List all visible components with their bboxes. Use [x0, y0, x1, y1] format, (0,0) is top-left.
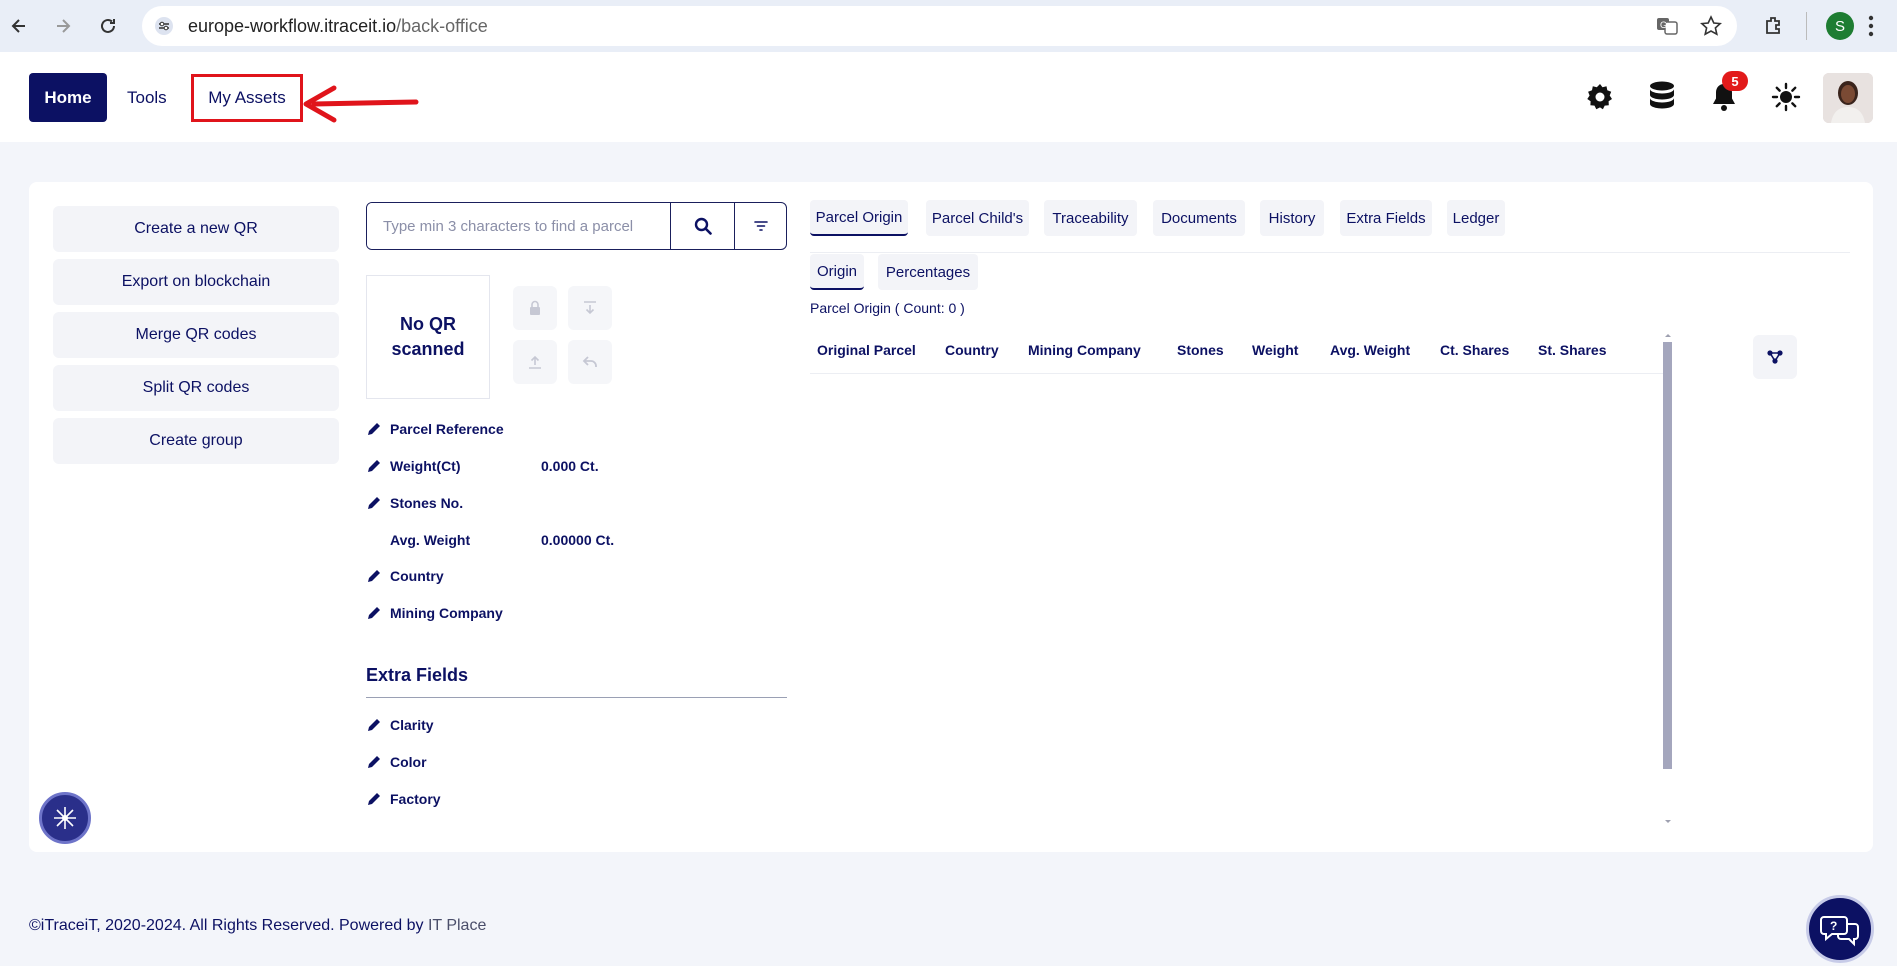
lock-icon	[530, 300, 540, 315]
profile-avatar[interactable]: S	[1826, 12, 1854, 40]
extensions-icon[interactable]	[1762, 14, 1786, 43]
forward-icon[interactable]	[50, 13, 76, 39]
extra-field-color: Color	[366, 751, 541, 773]
nav-my-assets[interactable]: My Assets	[191, 74, 303, 122]
extra-field-factory: Factory	[366, 788, 541, 810]
bookmark-star-icon[interactable]	[1699, 15, 1723, 42]
column-original-parcel: Original Parcel	[817, 342, 916, 358]
subtab-percentages[interactable]: Percentages	[878, 254, 978, 290]
itraceit-logo-button[interactable]	[39, 792, 91, 844]
download-icon	[584, 301, 596, 315]
toolbar-divider	[1806, 12, 1807, 40]
pencil-icon[interactable]	[366, 605, 390, 621]
extra-field-clarity: Clarity	[366, 714, 541, 736]
field-country: Country	[366, 565, 541, 587]
footer-brand-link[interactable]: IT Place	[428, 917, 486, 934]
field-mining-company: Mining Company	[366, 602, 541, 624]
footer: ©iTraceiT, 2020-2024. All Rights Reserve…	[29, 917, 486, 935]
red-arrow-annotation	[303, 85, 419, 123]
pencil-icon[interactable]	[366, 754, 390, 770]
tab-parcel-origin[interactable]: Parcel Origin	[810, 200, 908, 236]
column-avg-weight: Avg. Weight	[1330, 342, 1411, 358]
tab-ledger[interactable]: Ledger	[1447, 200, 1505, 236]
notification-badge: 5	[1722, 71, 1748, 91]
create-group-button[interactable]: Create group	[53, 418, 339, 464]
app-header: Home Tools My Assets 5	[0, 52, 1897, 142]
help-chat-button[interactable]: ?	[1806, 895, 1874, 963]
upload-icon	[529, 355, 541, 369]
parcel-search-input[interactable]	[367, 203, 670, 249]
user-avatar[interactable]	[1823, 73, 1873, 123]
lock-button[interactable]	[513, 286, 557, 330]
search-button[interactable]	[670, 203, 734, 249]
pencil-icon[interactable]	[366, 568, 390, 584]
translate-icon[interactable]: G	[1656, 16, 1678, 41]
pencil-icon[interactable]	[366, 421, 390, 437]
download-button[interactable]	[568, 286, 612, 330]
svg-text:?: ?	[1830, 919, 1837, 933]
tab-parcel-childs[interactable]: Parcel Child's	[926, 200, 1029, 236]
undo-icon	[582, 356, 597, 367]
subtab-origin[interactable]: Origin	[810, 254, 864, 290]
back-icon[interactable]	[6, 13, 32, 39]
split-qr-button[interactable]: Split QR codes	[53, 365, 339, 411]
tree-icon	[1767, 350, 1783, 364]
column-ct-shares: Ct. Shares	[1440, 342, 1510, 358]
pencil-icon[interactable]	[366, 458, 390, 474]
tabs-divider	[810, 252, 1850, 253]
filter-button[interactable]	[734, 203, 786, 249]
scroll-down-icon[interactable]	[1663, 819, 1673, 825]
column-st-shares: St. Shares	[1538, 342, 1607, 358]
table-header-divider	[810, 373, 1667, 374]
pencil-icon[interactable]	[366, 791, 390, 807]
column-weight: Weight	[1252, 342, 1299, 358]
export-blockchain-button[interactable]: Export on blockchain	[53, 259, 339, 305]
address-bar[interactable]: europe-workflow.itraceit.io/back-office …	[142, 6, 1737, 46]
browser-menu-icon[interactable]	[1868, 13, 1874, 44]
browser-toolbar: europe-workflow.itraceit.io/back-office …	[0, 0, 1897, 52]
itraceit-logo-icon	[54, 807, 76, 829]
main-card: Create a new QR Export on blockchain Mer…	[29, 182, 1873, 852]
tab-history[interactable]: History	[1260, 200, 1324, 236]
site-settings-icon[interactable]	[154, 16, 174, 41]
svg-text:G: G	[1660, 20, 1667, 30]
qr-status-line-2: scanned	[391, 339, 465, 359]
scroll-up-icon[interactable]	[1663, 332, 1673, 338]
gear-icon[interactable]	[1583, 80, 1617, 114]
url-text: europe-workflow.itraceit.io/back-office	[188, 16, 488, 36]
field-parcel-reference: Parcel Reference	[366, 418, 541, 440]
upload-button[interactable]	[513, 340, 557, 384]
origin-count: Parcel Origin ( Count: 0 )	[810, 300, 965, 316]
parcel-search	[366, 202, 787, 250]
column-mining-company: Mining Company	[1028, 342, 1141, 358]
pencil-icon[interactable]	[366, 495, 390, 511]
tab-documents[interactable]: Documents	[1153, 200, 1245, 236]
field-stones: Stones No.	[366, 492, 541, 514]
undo-button[interactable]	[568, 340, 612, 384]
nav-tools[interactable]: Tools	[127, 73, 167, 122]
tab-traceability[interactable]: Traceability	[1044, 200, 1137, 236]
extra-fields-divider	[366, 697, 787, 698]
column-country: Country	[945, 342, 999, 358]
tab-extra-fields[interactable]: Extra Fields	[1340, 200, 1432, 236]
table-scrollbar[interactable]	[1663, 342, 1672, 769]
column-stones: Stones	[1177, 342, 1224, 358]
filter-icon	[753, 221, 768, 231]
sun-icon[interactable]	[1769, 80, 1803, 114]
merge-qr-button[interactable]: Merge QR codes	[53, 312, 339, 358]
footer-copyright: ©iTraceiT, 2020-2024. All Rights Reserve…	[29, 917, 424, 934]
chat-help-icon: ?	[1820, 916, 1859, 947]
pencil-icon[interactable]	[366, 717, 390, 733]
qr-status-line-1: No QR	[400, 314, 456, 334]
search-icon	[694, 217, 712, 235]
create-qr-button[interactable]: Create a new QR	[53, 206, 339, 252]
nav-home[interactable]: Home	[29, 73, 107, 122]
qr-status-box: No QR scanned	[366, 275, 490, 399]
extra-fields-title: Extra Fields	[366, 665, 469, 685]
database-icon[interactable]	[1645, 80, 1679, 114]
field-weight: Weight(Ct) 0.000 Ct.	[366, 455, 599, 477]
reload-icon[interactable]	[95, 13, 121, 39]
field-avg-weight: Avg. Weight 0.00000 Ct.	[390, 532, 615, 548]
tree-view-button[interactable]	[1753, 335, 1797, 379]
